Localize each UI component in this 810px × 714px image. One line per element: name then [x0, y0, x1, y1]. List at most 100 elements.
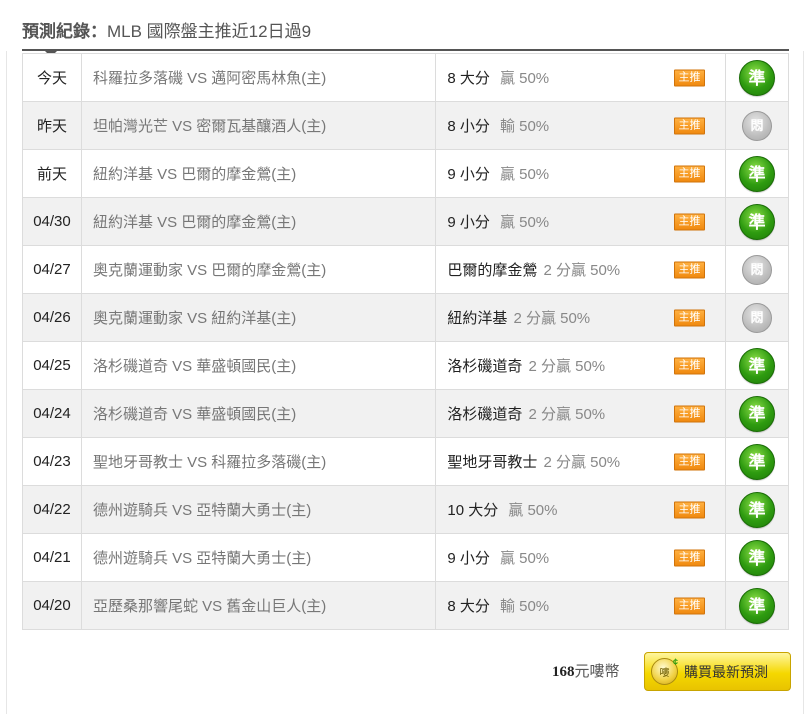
record-odds: 贏 50%	[499, 166, 550, 183]
result-win-badge: 準	[739, 539, 775, 576]
host-pick-tag: 主推	[674, 453, 706, 470]
host-pick-tag: 主推	[674, 213, 706, 230]
record-pick-cell: 9 小分贏 50% 主推	[435, 149, 727, 198]
record-pick-cell: 洛杉磯道奇 2 分贏 50% 主推	[435, 341, 727, 390]
record-date: 04/27	[22, 245, 82, 294]
record-pick: 9 小分	[447, 214, 490, 231]
record-odds: 輸 50%	[499, 118, 550, 135]
record-odds: 2 分贏 50%	[543, 262, 621, 279]
record-odds: 贏 50%	[499, 214, 550, 231]
record-pick-cell: 洛杉磯道奇 2 分贏 50% 主推	[435, 389, 727, 438]
record-odds: 2 分贏 50%	[543, 454, 621, 471]
record-pick: 洛杉磯道奇	[447, 406, 523, 423]
record-date: 04/30	[22, 197, 82, 246]
record-row: 04/25 洛杉磯道奇 VS 華盛頓國民(主) 洛杉磯道奇 2 分贏 50% 主推 準	[22, 341, 789, 390]
coin-glyph: 嘍	[659, 668, 670, 679]
record-pick-cell: 巴爾的摩金鶯 2 分贏 50% 主推	[435, 245, 727, 294]
record-pick: 紐約洋基	[447, 310, 508, 327]
record-date: 昨天	[22, 101, 82, 150]
record-row: 04/26 奧克蘭運動家 VS 紐約洋基(主) 紐約洋基 2 分贏 50% 主推 悶	[22, 293, 789, 342]
record-date: 04/25	[22, 341, 82, 390]
record-row: 04/27 奧克蘭運動家 VS 巴爾的摩金鶯(主) 巴爾的摩金鶯 2 分贏 50% 主推…	[22, 245, 789, 294]
record-row: 前天 紐約洋基 VS 巴爾的摩金鶯(主) 9 小分贏 50% 主推 準	[22, 149, 789, 198]
record-date: 04/23	[22, 437, 82, 486]
result-win-badge: 準	[739, 203, 775, 240]
result-draw-badge: 悶	[742, 110, 772, 141]
record-match: 聖地牙哥教士 VS 科羅拉多落磯(主)	[80, 437, 437, 486]
record-match: 奧克蘭運動家 VS 巴爾的摩金鶯(主)	[80, 245, 437, 294]
record-pick-cell: 8 大分輸 50% 主推	[435, 581, 727, 630]
result-draw-badge: 悶	[742, 254, 772, 285]
record-match: 科羅拉多落磯 VS 邁阿密馬林魚(主)	[80, 53, 437, 102]
host-pick-tag: 主推	[674, 117, 706, 134]
record-result-cell: 悶	[725, 293, 789, 342]
record-pick: 洛杉磯道奇	[447, 358, 523, 375]
record-match: 亞歷桑那響尾蛇 VS 舊金山巨人(主)	[80, 581, 437, 630]
result-win-badge: 準	[739, 491, 775, 528]
price-value: 168	[552, 664, 575, 680]
record-odds: 2 分贏 50%	[528, 406, 606, 423]
host-pick-tag: 主推	[674, 261, 706, 278]
result-win-badge: 準	[739, 443, 775, 480]
record-match: 紐約洋基 VS 巴爾的摩金鶯(主)	[80, 197, 437, 246]
buy-button-label: 購買最新預測	[684, 663, 768, 680]
record-result-cell: 準	[725, 533, 789, 582]
record-pick: 9 小分	[447, 550, 490, 567]
host-pick-tag: 主推	[674, 309, 706, 326]
host-pick-tag: 主推	[674, 165, 706, 182]
record-result-cell: 準	[725, 197, 789, 246]
records-body: 今天 科羅拉多落磯 VS 邁阿密馬林魚(主) 8 大分贏 50% 主推準昨天 坦帕灣光芒…	[22, 53, 789, 630]
buy-latest-prediction-button[interactable]: 嘍 ¢ 購買最新預測	[644, 652, 791, 691]
records-header: 預測紀錄： MLB 國際盤主推近12日過9	[22, 14, 311, 44]
record-date: 04/24	[22, 389, 82, 438]
price-unit: 元嘍幣	[574, 663, 620, 680]
result-draw-badge: 悶	[742, 302, 772, 333]
record-odds: 2 分贏 50%	[513, 310, 591, 327]
record-result-cell: 準	[725, 149, 789, 198]
host-pick-tag: 主推	[674, 69, 706, 86]
record-date: 04/21	[22, 533, 82, 582]
record-date: 今天	[22, 53, 82, 102]
host-pick-tag: 主推	[674, 357, 706, 374]
record-pick-cell: 紐約洋基 2 分贏 50% 主推	[435, 293, 727, 342]
record-result-cell: 準	[725, 437, 789, 486]
header-rule	[22, 49, 789, 51]
record-pick: 8 大分	[447, 70, 490, 87]
record-row: 昨天 坦帕灣光芒 VS 密爾瓦基釀酒人(主) 8 小分輸 50% 主推 悶	[22, 101, 789, 150]
result-win-badge: 準	[739, 587, 775, 624]
record-pick-cell: 9 小分贏 50% 主推	[435, 533, 727, 582]
result-win-badge: 準	[739, 347, 775, 384]
record-pick: 8 小分	[447, 118, 490, 135]
record-match: 紐約洋基 VS 巴爾的摩金鶯(主)	[80, 149, 437, 198]
records-table: 今天 科羅拉多落磯 VS 邁阿密馬林魚(主) 8 大分贏 50% 主推準昨天 坦帕灣光芒…	[22, 53, 789, 630]
record-result-cell: 準	[725, 341, 789, 390]
record-match: 奧克蘭運動家 VS 紐約洋基(主)	[80, 293, 437, 342]
result-win-badge: 準	[739, 395, 775, 432]
record-match: 洛杉磯道奇 VS 華盛頓國民(主)	[80, 389, 437, 438]
record-pick: 巴爾的摩金鶯	[447, 262, 538, 279]
record-pick: 9 小分	[447, 166, 490, 183]
host-pick-tag: 主推	[674, 501, 706, 518]
host-pick-tag: 主推	[674, 597, 706, 614]
record-result-cell: 悶	[725, 245, 789, 294]
record-pick: 10 大分	[447, 502, 499, 519]
record-result-cell: 準	[725, 485, 789, 534]
record-row: 04/23 聖地牙哥教士 VS 科羅拉多落磯(主) 聖地牙哥教士 2 分贏 50% 主推…	[22, 437, 789, 486]
record-row: 04/24 洛杉磯道奇 VS 華盛頓國民(主) 洛杉磯道奇 2 分贏 50% 主推 準	[22, 389, 789, 438]
record-pick-cell: 10 大分贏 50% 主推	[435, 485, 727, 534]
price-display: 168元嘍幣	[552, 660, 620, 681]
record-result-cell: 準	[725, 53, 789, 102]
record-match: 坦帕灣光芒 VS 密爾瓦基釀酒人(主)	[80, 101, 437, 150]
record-pick-cell: 8 小分輸 50% 主推	[435, 101, 727, 150]
record-pick: 聖地牙哥教士	[447, 454, 538, 471]
record-date: 04/20	[22, 581, 82, 630]
host-pick-tag: 主推	[674, 405, 706, 422]
coin-icon: 嘍 ¢	[651, 657, 678, 685]
coin-cent: ¢	[672, 657, 678, 667]
record-result-cell: 悶	[725, 101, 789, 150]
record-pick-cell: 聖地牙哥教士 2 分贏 50% 主推	[435, 437, 727, 486]
host-pick-tag: 主推	[674, 549, 706, 566]
record-result-cell: 準	[725, 389, 789, 438]
record-row: 04/30 紐約洋基 VS 巴爾的摩金鶯(主) 9 小分贏 50% 主推 準	[22, 197, 789, 246]
record-pick-cell: 9 小分贏 50% 主推	[435, 197, 727, 246]
